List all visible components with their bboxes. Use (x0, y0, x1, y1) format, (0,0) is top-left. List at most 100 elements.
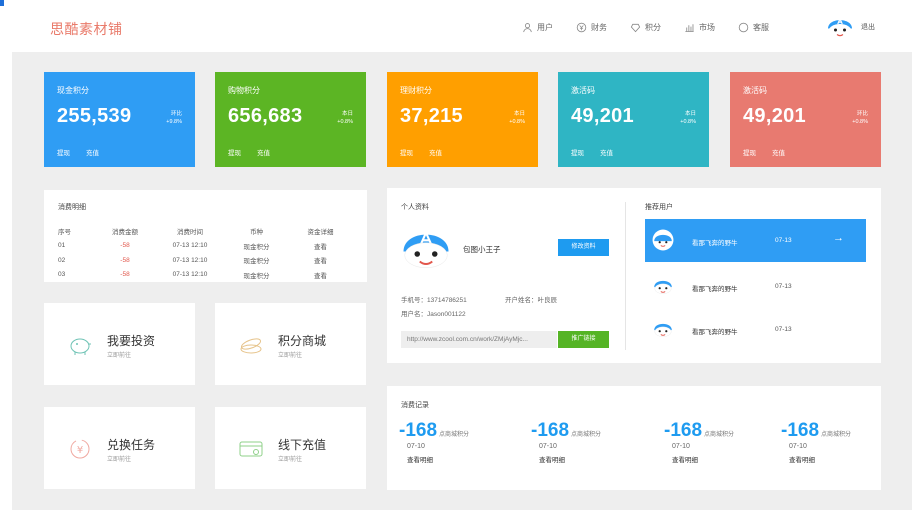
stat-value: 49,201 (571, 105, 634, 127)
stat-change: 本日 +0.8% (337, 111, 353, 125)
recommend-user-name: 看那飞奔的野牛 (692, 240, 738, 247)
promote-link-button[interactable]: 推广链接 (558, 331, 609, 348)
stat-change: 环比 +9.8% (166, 111, 182, 125)
view-link[interactable]: 查看 (288, 255, 353, 265)
avatar[interactable] (825, 12, 855, 42)
withdraw-link[interactable]: 提现 (743, 150, 756, 157)
record-unit: 点商城积分 (439, 432, 470, 438)
edit-profile-button[interactable]: 修改资料 (558, 239, 609, 256)
record-unit: 点商城积分 (571, 432, 602, 438)
view-link[interactable]: 查看 (288, 241, 353, 251)
tile-exchange-task[interactable]: ¥ 兑换任务 立即前往 (44, 407, 195, 489)
view-detail-link[interactable]: 查看明细 (672, 454, 784, 464)
chart-icon (685, 24, 694, 33)
record-unit: 点商城积分 (704, 432, 735, 438)
withdraw-link[interactable]: 提现 (57, 150, 70, 157)
recharge-link[interactable]: 充值 (772, 150, 785, 157)
finance-icon (576, 22, 587, 33)
tile-points-mall[interactable]: 积分商城 立即前往 (215, 303, 366, 385)
stat-card-cash[interactable]: 现金积分 255,539 环比 +9.8% 提现 充值 (44, 72, 195, 167)
stat-card-shopping[interactable]: 购物积分 656,683 本日 +0.8% 提现 充值 (215, 72, 366, 167)
nav-item-users[interactable]: 用户 (522, 22, 553, 33)
recommend-user-name: 看那飞奔的野牛 (692, 329, 738, 336)
withdraw-link[interactable]: 提现 (571, 150, 584, 157)
view-detail-link[interactable]: 查看明细 (539, 454, 651, 464)
consumption-table: 序号 消费金额 消费时间 币种 资金详细 01 -58 07-13 12:10 现金积分 查看 … (58, 224, 358, 282)
card-title: 消费记录 (401, 402, 429, 409)
recommend-row[interactable]: 看那飞奔的野牛 07-13 (645, 265, 866, 308)
stat-card-activation[interactable]: 激活码 49,201 本日 +0.8% 提现 充值 (558, 72, 709, 167)
view-detail-link[interactable]: 查看明细 (789, 454, 901, 464)
profile-phone: 手机号：13714786251 (401, 297, 467, 304)
profile-bank-name: 开户姓名：叶良辰 (505, 297, 557, 304)
withdraw-link[interactable]: 提现 (400, 150, 413, 157)
corner-mark (0, 0, 4, 6)
profile-avatar (403, 230, 449, 268)
tile-sub: 立即前往 (107, 353, 132, 359)
nav-item-market[interactable]: 市场 (684, 22, 715, 33)
withdraw-link[interactable]: 提现 (228, 150, 241, 157)
promo-url-field[interactable]: http://www.zcool.com.cn/work/ZMjAyMjc... (401, 331, 557, 348)
tile-offline-recharge[interactable]: 线下充值 立即前往 (215, 407, 366, 489)
recharge-link[interactable]: 充值 (429, 150, 442, 157)
stat-title: 理财积分 (400, 86, 432, 95)
points-icon (630, 23, 641, 33)
nav-item-points[interactable]: 积分 (630, 22, 661, 33)
recharge-link[interactable]: 充值 (600, 150, 613, 157)
table-row: 01 -58 07-13 12:10 现金积分 查看 (58, 239, 358, 254)
divider (625, 202, 626, 350)
stat-title: 激活码 (743, 86, 767, 95)
coins-icon (240, 338, 262, 354)
tile-sub: 立即前往 (107, 457, 132, 463)
record-item: -168 点商城积分 07-10 查看明细 (531, 420, 651, 464)
table-row: 02 -58 07-13 12:10 现金积分 查看 (58, 253, 358, 268)
top-nav: 用户 财务 积分 市场 客服 (522, 22, 792, 33)
recommend-date: 07-13 (775, 283, 792, 290)
stat-card-finance[interactable]: 理财积分 37,215 本日 +0.8% 提现 充值 (387, 72, 538, 167)
recommend-user-name: 看那飞奔的野牛 (692, 286, 738, 293)
stat-title: 现金积分 (57, 86, 89, 95)
top-header: 思酷素材铺 用户 财务 积分 市场 客服 退出 (12, 0, 912, 52)
profile-username: 用户名：Jason001122 (401, 311, 466, 318)
user-icon (523, 23, 532, 33)
profile-name: 包图小王子 (463, 245, 501, 254)
record-item: -168 点商城积分 07-10 查看明细 (664, 420, 784, 464)
svg-text:¥: ¥ (77, 445, 83, 456)
tile-invest[interactable]: 我要投资 立即前往 (44, 303, 195, 385)
stat-card-activation-2[interactable]: 激活码 49,201 环比 +0.8% 提现 充值 (730, 72, 881, 167)
brand-logo[interactable]: 思酷素材铺 (50, 19, 123, 39)
view-detail-link[interactable]: 查看明细 (407, 454, 519, 464)
stat-change: 本日 +0.8% (680, 111, 696, 125)
consumption-records-card: 消费记录 -168 点商城积分 07-10 查看明细 -168 点商城积分 07-1… (387, 386, 881, 490)
nav-label: 财务 (591, 23, 607, 32)
tile-title: 兑换任务 (107, 438, 156, 452)
logout-link[interactable]: 退出 (861, 22, 875, 32)
record-date: 07-10 (789, 443, 807, 450)
recharge-link[interactable]: 充值 (257, 150, 270, 157)
service-icon (738, 22, 749, 33)
card-icon (239, 441, 263, 457)
table-row: 03 -58 07-13 12:10 现金积分 查看 (58, 268, 358, 283)
record-date: 07-10 (407, 443, 425, 450)
recommend-row[interactable]: 看那飞奔的野牛 07-13 → (645, 219, 866, 262)
nav-item-service[interactable]: 客服 (738, 22, 769, 33)
nav-label: 市场 (699, 23, 715, 32)
recharge-link[interactable]: 充值 (86, 150, 99, 157)
nav-item-finance[interactable]: 财务 (576, 22, 607, 33)
exchange-icon: ¥ (70, 439, 90, 459)
tile-title: 积分商城 (278, 334, 327, 348)
nav-label: 积分 (645, 23, 661, 32)
record-amount: -168 (531, 420, 570, 441)
card-title: 推荐用户 (645, 204, 673, 211)
tile-title: 我要投资 (107, 334, 156, 348)
record-date: 07-10 (672, 443, 690, 450)
recommend-row[interactable]: 看那飞奔的野牛 07-13 (645, 308, 866, 351)
view-link[interactable]: 查看 (288, 270, 353, 280)
record-date: 07-10 (539, 443, 557, 450)
account-area: 退出 (825, 12, 875, 42)
record-item: -168 点商城积分 07-10 查看明细 (781, 420, 901, 464)
consumption-detail-card: 消费明细 序号 消费金额 消费时间 币种 资金详细 01 -58 07-13 12:10 现金… (44, 190, 367, 282)
table-header: 序号 消费金额 消费时间 币种 资金详细 (58, 229, 334, 237)
stat-value: 656,683 (228, 105, 303, 127)
user-avatar (652, 229, 674, 251)
